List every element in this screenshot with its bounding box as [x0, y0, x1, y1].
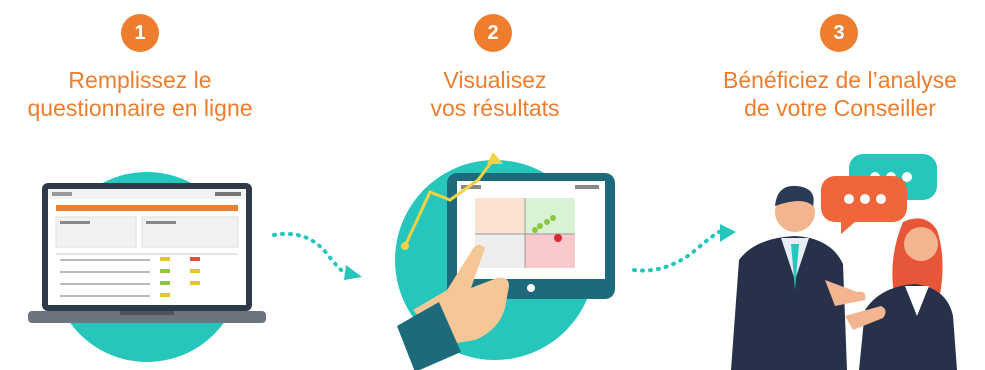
step-2-number: 2 — [474, 14, 512, 52]
step-2-title: Visualisez vos résultats — [430, 67, 560, 121]
advisor-conversation-illustration — [731, 154, 957, 370]
tablet-chart-illustration — [395, 152, 615, 370]
laptop-illustration — [28, 172, 266, 362]
step-3-number: 3 — [820, 14, 858, 52]
step-1-number: 1 — [121, 14, 159, 52]
step-3-title: Bénéficiez de l’analyse de votre Conseil… — [723, 67, 957, 121]
step-1-title: Remplissez le questionnaire en ligne — [27, 67, 253, 121]
dotted-arrow-icon — [272, 231, 362, 280]
dotted-arrow-icon — [632, 224, 736, 273]
